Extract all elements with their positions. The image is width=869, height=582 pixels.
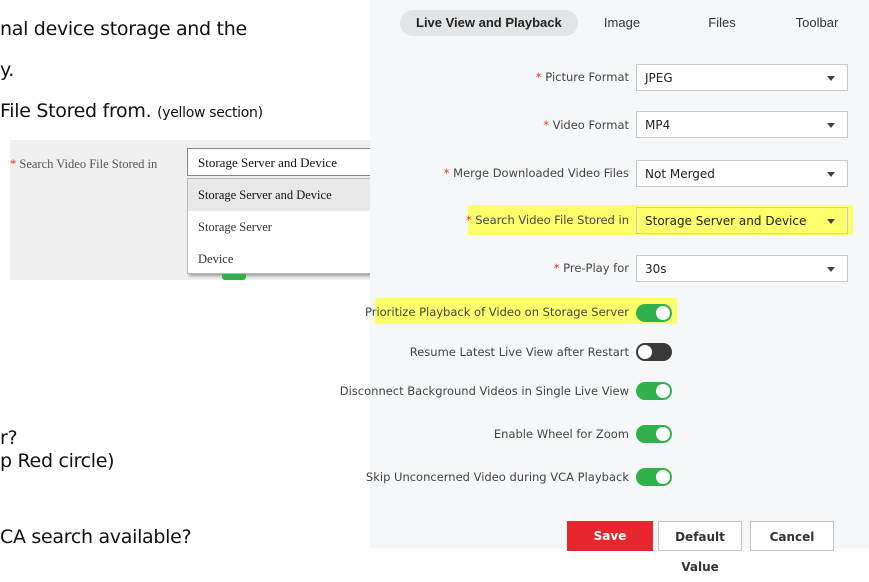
pre-play-select[interactable]: 30s <box>636 255 848 282</box>
video-format-label: * Video Format <box>543 118 629 132</box>
toggle-knob <box>656 306 670 320</box>
toggle-knob <box>638 345 652 359</box>
cancel-button[interactable]: Cancel <box>750 521 834 551</box>
search-stored-label: * Search Video File Stored in <box>466 213 629 227</box>
picture-format-label: * Picture Format <box>536 70 629 84</box>
snippet-field-label: * Search Video File Stored in <box>10 157 157 172</box>
merge-downloaded-label-text: Merge Downloaded Video Files <box>453 166 629 180</box>
required-marker: * <box>10 157 17 171</box>
snippet-label-text: Search Video File Stored in <box>19 157 158 171</box>
tab-live-view-playback[interactable]: Live View and Playback <box>400 10 578 36</box>
doc-text-line: nal device storage and the <box>0 18 247 40</box>
required-marker: * <box>543 118 549 132</box>
toggle-disconnect-background[interactable] <box>636 382 672 400</box>
picture-format-label-text: Picture Format <box>545 70 629 84</box>
search-stored-select[interactable]: Storage Server and Device <box>636 207 848 234</box>
picture-format-select[interactable]: JPEG <box>636 64 848 91</box>
chevron-down-icon <box>827 76 835 81</box>
toggle-label-prioritize: Prioritize Playback of Video on Storage … <box>364 305 629 319</box>
chevron-down-icon <box>827 267 835 272</box>
doc-text-main: File Stored from. <box>0 100 152 122</box>
merge-downloaded-label: * Merge Downloaded Video Files <box>444 166 629 180</box>
chevron-down-icon <box>827 123 835 128</box>
chevron-down-icon <box>827 172 835 177</box>
required-marker: * <box>553 261 560 275</box>
pre-play-label-text: Pre-Play for <box>563 261 629 275</box>
snippet-select-value: Storage Server and Device <box>198 155 337 170</box>
merge-downloaded-value: Not Merged <box>645 167 715 181</box>
toggle-label-resume-live-view: Resume Latest Live View after Restart <box>409 345 629 359</box>
pre-play-value: 30s <box>645 262 667 276</box>
pre-play-label: * Pre-Play for <box>554 261 629 275</box>
merge-downloaded-select[interactable]: Not Merged <box>636 160 848 187</box>
toggle-knob <box>656 427 670 441</box>
toggle-label-skip-unconcerned: Skip Unconcerned Video during VCA Playba… <box>365 470 629 484</box>
toggle-knob <box>656 470 670 484</box>
video-format-label-text: Video Format <box>552 118 629 132</box>
default-value-button[interactable]: Default Value <box>658 521 742 574</box>
video-format-value: MP4 <box>645 118 671 132</box>
save-button[interactable]: Save <box>567 521 653 551</box>
chevron-down-icon <box>827 219 835 224</box>
doc-text-line: CA search available? <box>0 526 192 548</box>
tab-files[interactable]: Files <box>697 10 747 36</box>
required-marker: * <box>535 70 542 84</box>
doc-text-line: p Red circle) <box>0 450 115 472</box>
doc-text-line: r? <box>0 427 18 449</box>
search-stored-label-text: Search Video File Stored in <box>475 213 629 227</box>
doc-text-line: File Stored from. (yellow section) <box>0 100 263 122</box>
tab-toolbar[interactable]: Toolbar <box>787 10 847 36</box>
toggle-knob <box>656 384 670 398</box>
toggle-wheel-zoom[interactable] <box>636 425 672 443</box>
toggle-resume-live-view[interactable] <box>636 343 672 361</box>
required-marker: * <box>465 213 472 227</box>
tab-image[interactable]: Image <box>592 10 652 36</box>
required-marker: * <box>443 166 450 180</box>
doc-text-note: (yellow section) <box>157 105 263 121</box>
search-stored-value: Storage Server and Device <box>645 214 807 228</box>
toggle-label-disconnect-background: Disconnect Background Videos in Single L… <box>339 384 629 398</box>
video-format-select[interactable]: MP4 <box>636 111 848 138</box>
doc-text-line: y. <box>0 59 14 81</box>
toggle-prioritize-storage-server[interactable] <box>636 304 672 322</box>
toggle-fragment <box>222 274 246 280</box>
settings-tabs: Live View and Playback Image Files Toolb… <box>370 6 869 40</box>
picture-format-value: JPEG <box>645 71 673 85</box>
toggle-skip-unconcerned[interactable] <box>636 468 672 486</box>
toggle-label-wheel-zoom: Enable Wheel for Zoom <box>493 427 629 441</box>
